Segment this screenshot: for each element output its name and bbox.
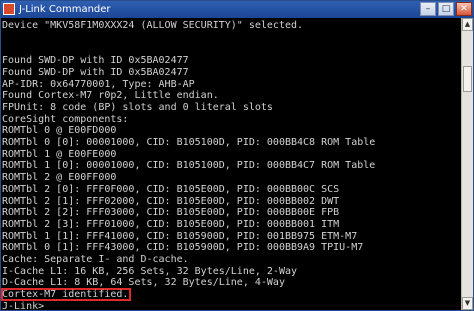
scroll-down-button[interactable]: ▼	[462, 297, 473, 310]
console-line: ROMTbl 2 [3]: FFF01000, CID: B105E00D, P…	[2, 218, 340, 230]
console-line: ROMTbl 1 [0]: 00001000, CID: B105100D, P…	[2, 160, 376, 172]
console-line: Found SWD-DP with ID 0x5BA02477	[2, 66, 189, 78]
console-line: ROMTbl 2 [0]: FFF0F000, CID: B105E00D, P…	[2, 183, 340, 195]
console-line: ROMTbl 1 [1]: FFF41000, CID: B105900D, P…	[2, 230, 358, 242]
scroll-thumb[interactable]	[463, 66, 472, 92]
maximize-icon: □	[441, 4, 451, 14]
console-line: Cortex-M7 identified.	[2, 289, 129, 301]
console-line: Found SWD-DP with ID 0x5BA02477	[2, 55, 189, 67]
console-line: Device "MKV58F1M0XXX24 (ALLOW SECURITY)"…	[2, 20, 304, 31]
console-line: FPUnit: 8 code (BP) slots and 0 literal …	[2, 101, 273, 113]
console-line: J-Link>	[2, 300, 45, 310]
window-controls: – □ ✕	[420, 2, 472, 17]
console-line: ROMTbl 2 [2]: FFF03000, CID: B105E00D, P…	[2, 207, 340, 219]
console-line: ROMTbl 0 [1]: FFF43000, CID: B105900D, P…	[2, 242, 364, 254]
maximize-button[interactable]: □	[438, 2, 454, 16]
console-line: ROMTbl 2 [1]: FFF02000, CID: B105E00D, P…	[2, 195, 340, 207]
console-line: ROMTbl 0 @ E00FD000	[2, 125, 117, 137]
minimize-button[interactable]: –	[420, 2, 436, 16]
console-line: D-Cache L1: 8 KB, 64 Sets, 32 Bytes/Line…	[2, 277, 285, 289]
window-title: J-Link Commander	[19, 4, 111, 15]
minimize-icon: –	[425, 4, 431, 14]
close-icon: ✕	[460, 4, 468, 14]
console-line: Cache: Separate I- and D-cache.	[2, 254, 189, 265]
vertical-scrollbar[interactable]: ▲ ▼	[461, 18, 473, 310]
console-line: AP-IDR: 0x64770001, Type: AHB-AP	[2, 78, 195, 90]
app-icon	[3, 3, 15, 15]
jlink-commander-window: J-Link Commander – □ ✕ Device "MKV58F1M0…	[0, 0, 474, 311]
scroll-up-button[interactable]: ▲	[462, 18, 473, 31]
console-output[interactable]: Device "MKV58F1M0XXX24 (ALLOW SECURITY)"…	[1, 18, 461, 310]
console-line: ROMTbl 2 @ E00FF000	[2, 172, 117, 184]
close-button[interactable]: ✕	[456, 2, 472, 16]
console-line: ROMTbl 0 [0]: 00001000, CID: B105100D, P…	[2, 137, 376, 148]
console-line: I-Cache L1: 16 KB, 256 Sets, 32 Bytes/Li…	[2, 265, 298, 277]
title-bar[interactable]: J-Link Commander – □ ✕	[1, 1, 473, 18]
console-line: Found Cortex-M7 r0p2, Little endian.	[2, 90, 219, 102]
console-line: ROMTbl 1 @ E00FE000	[2, 148, 117, 160]
console-line: CoreSight components:	[2, 113, 129, 125]
